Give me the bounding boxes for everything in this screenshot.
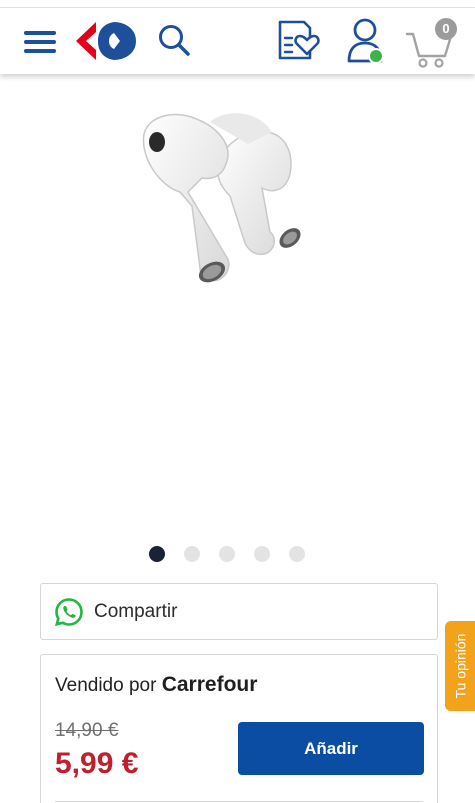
feedback-label: Tu opinión (452, 633, 469, 699)
share-button[interactable]: Compartir (40, 583, 438, 640)
shopping-list-icon (278, 20, 320, 60)
seller-name: Carrefour (161, 673, 258, 696)
pagination-dot-active[interactable] (149, 546, 165, 562)
seller-info: Vendido por Carrefour (55, 673, 257, 697)
search-button[interactable] (156, 22, 192, 58)
pagination-dot[interactable] (219, 546, 235, 562)
menu-icon (24, 31, 56, 53)
cart-count-badge: 0 (435, 18, 457, 40)
product-image-gallery[interactable] (0, 74, 475, 534)
online-status-dot (368, 48, 384, 64)
divider (55, 801, 423, 802)
pagination-dot[interactable] (254, 546, 270, 562)
current-price: 5,99 € (55, 747, 139, 780)
carrefour-logo[interactable] (74, 20, 140, 62)
menu-button[interactable] (22, 28, 58, 56)
app-header: 0 (0, 8, 475, 74)
shopping-lists-button[interactable] (274, 18, 322, 62)
product-image (142, 113, 301, 283)
account-button[interactable] (345, 17, 387, 65)
purchase-panel: Vendido por Carrefour 14,90 € 5,99 € Aña… (40, 654, 438, 803)
share-label: Compartir (94, 600, 178, 622)
feedback-tab[interactable]: Tu opinión (445, 621, 475, 711)
cart-button[interactable]: 0 (405, 16, 463, 68)
account-icon (347, 18, 384, 64)
whatsapp-icon (54, 597, 83, 626)
pagination-dot[interactable] (289, 546, 305, 562)
add-to-cart-button[interactable]: Añadir (238, 722, 424, 775)
old-price: 14,90 € (55, 720, 119, 741)
sold-by-label: Vendido por (55, 675, 157, 696)
search-icon (159, 25, 190, 56)
pagination-dot[interactable] (184, 546, 200, 562)
image-pagination (149, 546, 305, 563)
